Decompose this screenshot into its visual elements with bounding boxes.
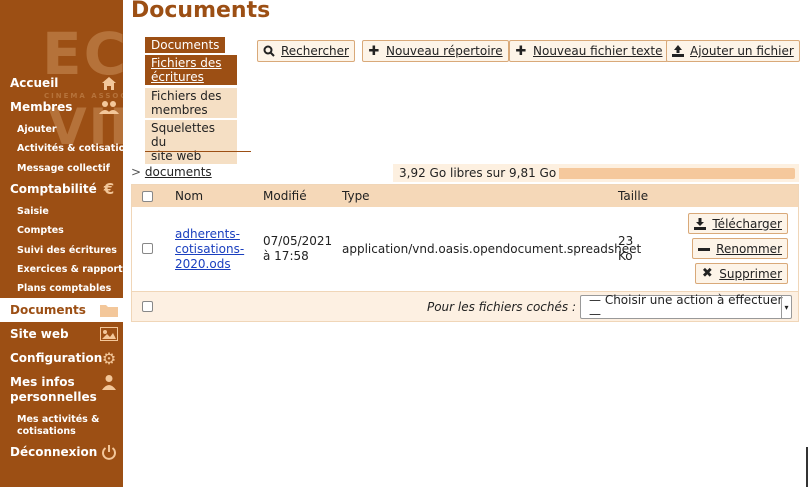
plus-icon: ✚	[368, 43, 380, 59]
tab-fichiers-ecritures-line2: écritures	[151, 70, 204, 84]
sidebar: ECRAN CINEMA ASSOCIATIF VILLE Accueil Me…	[0, 0, 123, 487]
row-checkbox[interactable]	[142, 243, 153, 254]
gear-icon: ⚙	[101, 348, 117, 368]
power-icon	[99, 443, 119, 461]
file-name-line2: cotisations-	[175, 242, 245, 256]
column-taille[interactable]: Taille	[618, 189, 648, 203]
upload-file-button[interactable]: Ajouter un fichier	[666, 40, 800, 62]
users-icon	[99, 98, 119, 116]
sidebar-item-configuration[interactable]: Configuration	[10, 351, 102, 365]
file-size-value: 23	[618, 234, 634, 248]
tab-squelettes-line1: Squelettes du	[151, 121, 215, 149]
column-modifie[interactable]: Modifié	[263, 189, 307, 203]
bulk-action-selected: — Choisir une action à effectuer —	[589, 293, 783, 321]
close-icon: ✖	[701, 266, 713, 281]
breadcrumb-separator: >	[131, 165, 142, 179]
new-text-file-button-label: Nouveau fichier texte	[533, 44, 663, 58]
sidebar-item-mesactivites-line2[interactable]: cotisations	[17, 426, 76, 437]
new-folder-button[interactable]: ✚ Nouveau répertoire	[362, 40, 509, 62]
new-text-file-button[interactable]: ✚ Nouveau fichier texte	[509, 40, 669, 62]
sidebar-item-plans[interactable]: Plans comptables	[17, 283, 111, 294]
tab-squelettes[interactable]: Squelettes du site web	[145, 120, 237, 164]
search-button[interactable]: Rechercher	[257, 40, 355, 62]
image-icon	[99, 325, 119, 343]
sidebar-item-saisie[interactable]: Saisie	[17, 206, 49, 217]
sidebar-item-comptabilite[interactable]: Comptabilité	[10, 182, 97, 196]
tab-fichiers-membres-line2: membres	[151, 103, 208, 117]
file-size: 23 Ko	[618, 234, 633, 264]
plus-icon: ✚	[515, 43, 527, 59]
sidebar-item-mesinfos[interactable]: Mes infos	[10, 375, 75, 389]
main-content: Documents Documents Fichiers des écritur…	[123, 0, 810, 487]
download-button[interactable]: Télécharger	[688, 213, 788, 234]
file-name-line3: 2020.ods	[175, 257, 231, 271]
table-footer: Pour les fichiers cochés : — Choisir une…	[132, 291, 798, 321]
file-name-line1: adherents-	[175, 227, 240, 241]
file-modified-date: 07/05/2021 à 17:58	[263, 234, 332, 264]
tab-fichiers-membres[interactable]: Fichiers des membres	[145, 88, 237, 118]
storage-quota-fill	[559, 168, 701, 179]
home-icon	[99, 74, 119, 92]
table-row: adherents- cotisations- 2020.ods 07/05/2…	[132, 207, 798, 291]
download-icon	[694, 217, 707, 230]
storage-quota: 3,92 Go libres sur 9,81 Go	[393, 164, 799, 182]
subtabs-underline	[145, 151, 251, 152]
file-time: à 17:58	[263, 249, 309, 263]
window-resize-handle[interactable]	[806, 447, 808, 487]
euro-icon: €	[103, 180, 115, 198]
select-all-checkbox[interactable]	[142, 191, 153, 202]
sidebar-item-suivi[interactable]: Suivi des écritures	[17, 245, 117, 256]
tab-fichiers-ecritures[interactable]: Fichiers des écritures	[145, 55, 237, 85]
rename-button[interactable]: Renommer	[692, 238, 788, 259]
upload-icon	[672, 45, 684, 57]
breadcrumb: > documents	[131, 165, 212, 179]
download-button-label: Télécharger	[712, 216, 782, 231]
delete-button-label: Supprimer	[719, 266, 782, 281]
search-button-label: Rechercher	[281, 44, 349, 58]
user-icon	[99, 373, 119, 391]
sidebar-item-deconnexion[interactable]: Déconnexion	[10, 445, 97, 459]
sidebar-item-membres[interactable]: Membres	[10, 100, 72, 114]
file-date: 07/05/2021	[263, 234, 333, 248]
search-icon	[263, 45, 275, 57]
column-nom[interactable]: Nom	[175, 189, 203, 203]
bulk-action-label: Pour les fichiers cochés :	[426, 300, 576, 314]
column-type[interactable]: Type	[342, 189, 370, 203]
sidebar-item-exercices[interactable]: Exercices & rapports	[17, 264, 123, 275]
tab-documents[interactable]: Documents	[145, 37, 226, 53]
sidebar-item-comptes[interactable]: Comptes	[17, 225, 64, 236]
upload-file-button-label: Ajouter un fichier	[690, 44, 794, 58]
folder-icon	[99, 301, 119, 319]
page-title: Documents	[131, 0, 271, 23]
bulk-action-select[interactable]: — Choisir une action à effectuer — ▾	[580, 293, 792, 321]
sidebar-item-mesactivites[interactable]: Mes activités &	[17, 414, 99, 425]
tab-fichiers-membres-line1: Fichiers des	[151, 89, 222, 103]
sidebar-item-message[interactable]: Message collectif	[17, 163, 110, 174]
sidebar-item-activites[interactable]: Activités & cotisations	[17, 143, 123, 154]
file-name-link[interactable]: adherents- cotisations- 2020.ods	[175, 227, 244, 272]
chevron-down-icon: ▾	[781, 296, 791, 318]
storage-quota-text: 3,92 Go libres sur 9,81 Go	[399, 166, 557, 180]
file-size-unit: Ko	[618, 249, 633, 263]
tab-fichiers-ecritures-line1: Fichiers des	[151, 56, 222, 70]
delete-button[interactable]: ✖ Supprimer	[695, 263, 788, 284]
new-folder-button-label: Nouveau répertoire	[386, 44, 503, 58]
sidebar-item-documents[interactable]: Documents	[10, 303, 86, 317]
file-type: application/vnd.oasis.opendocument.sprea…	[342, 242, 642, 256]
footer-select-all-checkbox[interactable]	[142, 301, 153, 312]
sidebar-item-siteweb[interactable]: Site web	[10, 327, 69, 341]
table-header: Nom Modifié Type Taille	[132, 185, 798, 207]
storage-quota-bar	[559, 168, 795, 179]
sidebar-item-mesinfos-line2[interactable]: personnelles	[10, 390, 97, 404]
files-table: Nom Modifié Type Taille adherents- cotis…	[131, 184, 799, 322]
sidebar-item-accueil[interactable]: Accueil	[10, 76, 58, 90]
sidebar-item-ajouter[interactable]: Ajouter	[17, 124, 57, 135]
breadcrumb-documents-link[interactable]: documents	[145, 165, 212, 179]
rename-button-label: Renommer	[716, 241, 782, 256]
minus-icon	[698, 243, 711, 255]
